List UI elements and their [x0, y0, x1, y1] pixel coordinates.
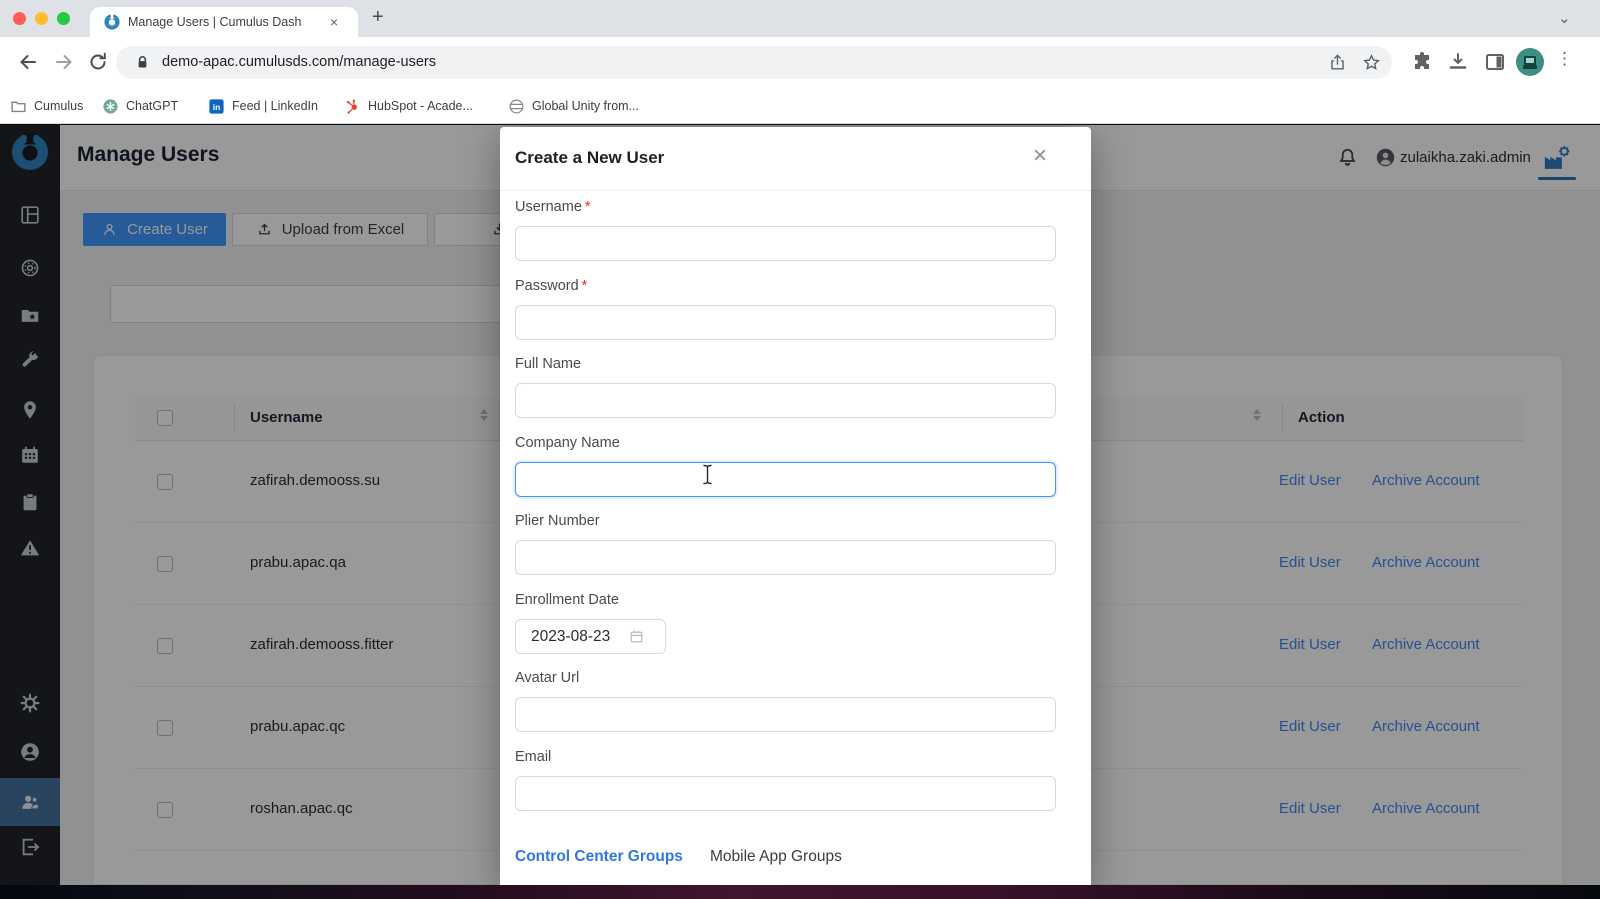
browser-profile-avatar[interactable] — [1515, 47, 1545, 77]
linkedin-icon: in — [209, 98, 224, 114]
field-label-plier-number: Plier Number — [515, 513, 600, 529]
email-field[interactable] — [515, 776, 1056, 811]
bookmark-label: Cumulus — [34, 99, 84, 113]
mac-minimize-button[interactable] — [35, 12, 48, 25]
divider — [500, 190, 1091, 191]
tab-control-center-groups[interactable]: Control Center Groups — [515, 848, 683, 866]
reload-icon[interactable] — [86, 50, 110, 74]
chatgpt-icon — [103, 98, 118, 114]
url-text: demo-apac.cumulusds.com/manage-users — [162, 54, 437, 70]
field-label-password: Password * — [515, 278, 588, 294]
back-icon[interactable] — [16, 50, 40, 74]
bookmark-label: Feed | LinkedIn — [232, 99, 318, 113]
modal-close-icon[interactable]: × — [1033, 144, 1047, 168]
browser-tab[interactable]: Manage Users | Cumulus Dash × — [90, 7, 358, 37]
calendar-icon — [630, 630, 643, 643]
lock-icon — [138, 56, 147, 68]
enrollment-date-field[interactable]: 2023-08-23 — [515, 619, 666, 654]
field-label-username: Username * — [515, 199, 591, 215]
bookmark-hubspot[interactable]: HubSpot - Acade... — [344, 96, 473, 116]
screen: Manage Users | Cumulus Dash × + ⌄ demo-a… — [0, 0, 1600, 899]
mac-close-button[interactable] — [13, 12, 26, 25]
browser-tabstrip: Manage Users | Cumulus Dash × + ⌄ — [0, 0, 1600, 37]
tab-close-icon[interactable]: × — [330, 14, 338, 30]
bookmark-global-unity[interactable]: Global Unity from... — [508, 96, 639, 116]
forward-icon[interactable] — [52, 50, 76, 74]
field-label-full-name: Full Name — [515, 356, 582, 372]
tab-mobile-app-groups[interactable]: Mobile App Groups — [710, 848, 842, 866]
mac-zoom-button[interactable] — [57, 12, 70, 25]
hubspot-icon — [346, 98, 357, 114]
bookmark-label: HubSpot - Acade... — [368, 99, 473, 113]
side-panel-icon[interactable] — [1483, 50, 1507, 74]
bookmark-chatgpt[interactable]: ChatGPT — [102, 96, 178, 116]
field-label-company-name: Company Name — [515, 435, 620, 451]
field-label-avatar-url: Avatar Url — [515, 670, 580, 686]
bookmark-star-icon[interactable] — [1362, 53, 1381, 72]
kebab-menu-icon[interactable]: ⋮ — [1556, 49, 1573, 69]
password-field[interactable] — [515, 305, 1056, 340]
avatar-url-field[interactable] — [515, 697, 1056, 732]
bookmarks-bar: Cumulus ChatGPT in Feed | LinkedIn HubSp… — [0, 88, 1600, 124]
tab-favicon-cumulus-logo — [104, 14, 120, 30]
enrollment-date-value: 2023-08-23 — [531, 627, 611, 645]
downloads-icon[interactable] — [1446, 50, 1470, 74]
bookmark-cumulus[interactable]: Cumulus — [10, 96, 83, 116]
desktop-wallpaper-strip — [0, 885, 1600, 899]
globe-icon — [509, 99, 524, 113]
plier-number-field[interactable] — [515, 540, 1056, 575]
bookmark-label: ChatGPT — [126, 99, 179, 113]
bookmark-label: Global Unity from... — [532, 99, 639, 113]
company-name-field[interactable] — [515, 462, 1056, 497]
username-field[interactable] — [515, 226, 1056, 261]
bookmark-linkedin[interactable]: in Feed | LinkedIn — [208, 96, 318, 116]
text-cursor — [703, 464, 712, 485]
field-label-email: Email — [515, 749, 552, 765]
browser-toolbar: demo-apac.cumulusds.com/manage-users ⋮ — [0, 37, 1600, 88]
required-asterisk: * — [581, 278, 588, 294]
required-asterisk: * — [584, 199, 591, 215]
full-name-field[interactable] — [515, 383, 1056, 418]
svg-text:in: in — [213, 102, 221, 112]
create-user-modal: Create a New User × Username * Password * … — [500, 127, 1091, 885]
field-label-enrollment-date: Enrollment Date — [515, 592, 619, 608]
share-icon[interactable] — [1328, 53, 1347, 72]
extensions-icon[interactable] — [1410, 50, 1434, 74]
modal-title: Create a New User — [515, 148, 665, 167]
chevron-down-icon[interactable]: ⌄ — [1558, 9, 1571, 27]
address-bar[interactable]: demo-apac.cumulusds.com/manage-users — [116, 46, 1392, 79]
new-tab-icon[interactable]: + — [372, 6, 384, 29]
tab-title: Manage Users | Cumulus Dash — [128, 15, 302, 29]
folder-icon — [11, 101, 26, 112]
web-page: Manage Users zulaikha.zaki.admin Create … — [0, 125, 1600, 885]
